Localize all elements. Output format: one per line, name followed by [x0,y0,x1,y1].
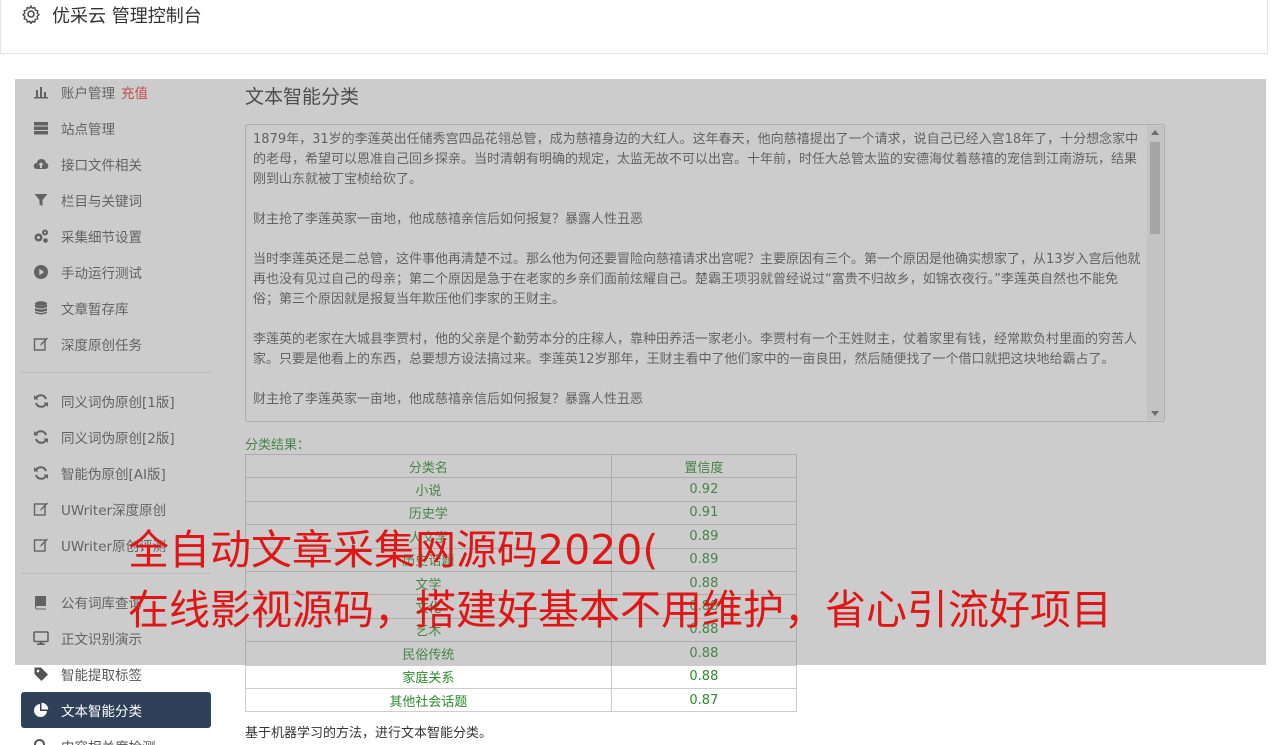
column-header-confidence: 置信度 [610,453,798,479]
main-content: 文本智能分类 1879年，31岁的李莲英出任储秀宫四品花翎总管，成为慈禧身边的大… [245,80,1165,741]
sidebar-item-interface-files[interactable]: 接口文件相关 [21,146,211,182]
confidence-cell: 0.88 [610,641,798,666]
sidebar-item-label: 智能伪原创[AI版] [61,467,166,483]
sidebar-item-label: 栏目与关键词 [61,194,142,210]
sidebar-item-label: 账户管理 [61,86,115,102]
sidebar-item-account[interactable]: 账户管理 充值 [21,74,211,110]
tag-icon [33,666,49,682]
sidebar-divider [21,372,211,373]
category-cell: 民俗传统 [245,641,612,666]
sidebar-item-manual-run[interactable]: 手动运行测试 [21,254,211,290]
cloud-upload-icon [33,156,49,172]
gear-icon [21,4,41,24]
header: 优采云 管理控制台 [0,0,1268,54]
sidebar-item-label: 站点管理 [61,122,115,138]
sidebar-item-relevance-check[interactable]: 内容相关度检测 [21,728,211,745]
sidebar-item-label: 深度原创任务 [61,338,142,354]
table-row: 家庭关系 0.88 [245,664,798,689]
sidebar-item-label: 同义词伪原创[2版] [61,431,175,447]
sidebar-item-text-classify[interactable]: 文本智能分类 [21,692,211,728]
description-text: 基于机器学习的方法，进行文本智能分类。 [245,726,493,742]
confidence-cell: 0.92 [610,477,798,502]
sidebar-item-ai-rewrite[interactable]: 智能伪原创[AI版] [21,455,211,491]
result-label: 分类结果： [245,438,311,453]
page-title: 文本智能分类 [245,86,360,108]
sidebar-item-label: 手动运行测试 [61,266,142,282]
category-cell: 小说 [245,477,612,502]
text-input-content: 1879年，31岁的李莲英出任储秀宫四品花翎总管，成为慈禧身边的大红人。这年春天… [253,132,1141,407]
refresh-icon [33,429,49,445]
bar-chart-icon [33,84,49,100]
watermark-line-1: 全自动文章采集网源码2020( [128,526,659,574]
table-row: 民俗传统 0.88 [245,641,798,666]
sidebar-item-label: 采集细节设置 [61,230,142,246]
gears-icon [33,228,49,244]
edit-icon [33,537,49,553]
table-header-row: 分类名 置信度 [245,453,798,479]
sidebar-item-label: 文本智能分类 [61,704,142,720]
table-row: 小说 0.92 [245,477,798,502]
edit-icon [33,501,49,517]
textarea-scrollbar[interactable] [1147,126,1163,420]
sidebar-item-label: 文章暂存库 [61,302,129,318]
sidebar: 账户管理 充值 站点管理 接口文件相关 栏目与关键词 采集细节设置 手动运行测试… [21,74,211,745]
server-icon [33,120,49,136]
sidebar-item-article-store[interactable]: 文章暂存库 [21,290,211,326]
confidence-cell: 0.88 [610,664,798,689]
sidebar-item-label: 内容相关度检测 [61,736,156,745]
watermark-line-2: 在线影视源码，搭建好基本不用维护，省心引流好项目 [128,586,1112,634]
sidebar-item-deep-original-task[interactable]: 深度原创任务 [21,326,211,362]
play-circle-icon [33,264,49,280]
filter-icon [33,192,49,208]
refresh-icon [33,393,49,409]
confidence-cell: 0.87 [610,687,798,713]
database-icon [33,300,49,316]
refresh-icon [33,465,49,481]
sidebar-item-label: 接口文件相关 [61,158,142,174]
pie-chart-icon [33,702,49,718]
sidebar-item-label: 智能提取标签 [61,668,142,684]
edit-icon [33,336,49,352]
sidebar-item-label: 同义词伪原创[1版] [61,395,175,411]
page: 优采云 管理控制台 账户管理 充值 站点管理 接口文件相关 栏目与关键词 采集细… [0,0,1280,745]
sidebar-item-synonym-v1[interactable]: 同义词伪原创[1版] [21,383,211,419]
scrollbar-thumb[interactable] [1150,142,1160,234]
text-input[interactable]: 1879年，31岁的李莲英出任储秀宫四品花翎总管，成为慈禧身边的大红人。这年春天… [245,124,1165,422]
recharge-link[interactable]: 充值 [121,82,148,102]
category-cell: 其他社会话题 [245,687,612,713]
sidebar-item-smart-tags[interactable]: 智能提取标签 [21,656,211,692]
table-row: 其他社会话题 0.87 [245,687,798,713]
column-header-category: 分类名 [245,453,612,479]
search-icon [33,738,49,745]
scroll-up-icon[interactable] [1151,130,1159,135]
sidebar-item-synonym-v2[interactable]: 同义词伪原创[2版] [21,419,211,455]
app-title: 优采云 管理控制台 [52,6,202,27]
sidebar-item-collect-settings[interactable]: 采集细节设置 [21,218,211,254]
desktop-icon [33,630,49,646]
category-cell: 家庭关系 [245,664,612,689]
book-icon [33,594,49,610]
sidebar-item-site-manage[interactable]: 站点管理 [21,110,211,146]
scroll-down-icon[interactable] [1151,411,1159,416]
sidebar-item-columns-keywords[interactable]: 栏目与关键词 [21,182,211,218]
